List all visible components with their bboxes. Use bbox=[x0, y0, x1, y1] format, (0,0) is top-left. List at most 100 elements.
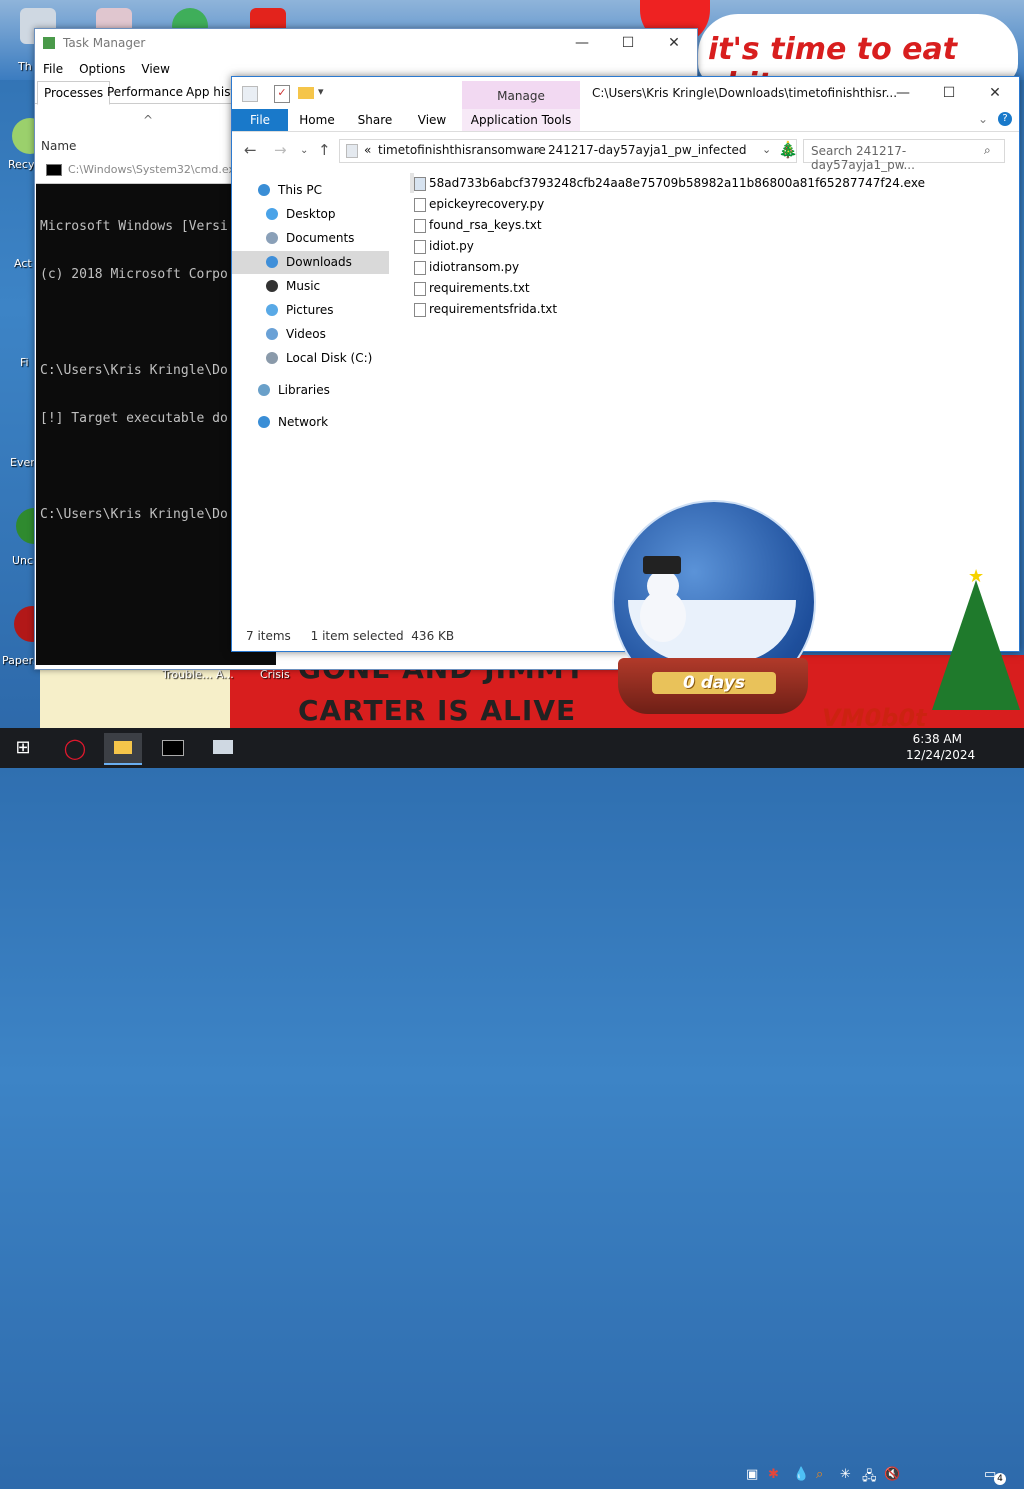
desktop-icon-label: Recy bbox=[8, 158, 35, 171]
address-bar-row: ← → ⌄ ↑ « timetofinishthisransomware › 2… bbox=[232, 133, 1019, 172]
file-name: requirements.txt bbox=[429, 281, 530, 295]
libraries-icon bbox=[258, 384, 270, 396]
forward-arrow-icon[interactable]: → bbox=[274, 141, 287, 159]
close-icon[interactable]: ✕ bbox=[651, 29, 697, 57]
menu-options[interactable]: Options bbox=[71, 59, 133, 79]
file-name: idiotransom.py bbox=[429, 260, 520, 274]
cmd-line: C:\Users\Kris Kringle\Do bbox=[40, 507, 228, 522]
notification-count-badge: 4 bbox=[994, 1473, 1006, 1485]
text-file-icon bbox=[414, 219, 426, 233]
ribbon-expand-chevron-icon[interactable]: ⌄ bbox=[978, 112, 988, 126]
ribbon-tab-view[interactable]: View bbox=[410, 109, 454, 131]
file-name: idiot.py bbox=[429, 239, 474, 253]
nav-label: Music bbox=[286, 279, 321, 293]
manage-context-tab[interactable]: Manage bbox=[462, 81, 580, 109]
downloads-icon bbox=[266, 256, 278, 268]
ribbon-tab-home[interactable]: Home bbox=[294, 109, 340, 131]
snowman-head bbox=[647, 570, 679, 602]
cmd-taskbar-icon[interactable] bbox=[154, 733, 192, 763]
search-box[interactable]: Search 241217-day57ayja1_pw... ⌕ bbox=[803, 139, 1005, 172]
tab-processes[interactable]: Processes bbox=[37, 81, 111, 105]
task-manager-taskbar-icon[interactable] bbox=[204, 733, 242, 763]
status-bar: 7 items 1 item selected 436 KB bbox=[246, 629, 454, 643]
task-manager-titlebar[interactable]: Task Manager — ☐ ✕ bbox=[35, 29, 697, 57]
menu-view[interactable]: View bbox=[133, 59, 177, 79]
column-header-name[interactable]: Name bbox=[41, 139, 76, 153]
breadcrumb-folder-2[interactable]: 241217-day57ayja1_pw_infected bbox=[548, 143, 747, 157]
ribbon-tabs: File Home Share View Application Tools ⌄… bbox=[232, 109, 1019, 132]
star-icon: ★ bbox=[968, 566, 985, 587]
folder-location-icon bbox=[346, 144, 358, 158]
file-item-selected[interactable]: 58ad733b6abcf3793248cfb24aa8e75709b58982… bbox=[410, 173, 925, 193]
cmd-line bbox=[40, 315, 228, 331]
file-explorer-taskbar-icon[interactable] bbox=[104, 733, 142, 765]
quick-access-dropdown-icon[interactable]: ▾ bbox=[318, 85, 324, 98]
maximize-icon[interactable]: ☐ bbox=[605, 29, 651, 57]
back-arrow-icon[interactable]: ← bbox=[244, 141, 257, 159]
breadcrumb-folder-1[interactable]: timetofinishthisransomware bbox=[378, 143, 546, 157]
navigation-pane: This PC Desktop Documents Downloads Musi… bbox=[232, 173, 392, 613]
maximize-icon[interactable]: ☐ bbox=[926, 79, 972, 107]
explorer-titlebar[interactable]: ✓ ▾ Manage C:\Users\Kris Kringle\Downloa… bbox=[232, 77, 1019, 109]
status-item-count: 7 items bbox=[246, 629, 291, 643]
desktop-icon-label: Unc bbox=[12, 554, 34, 567]
properties-icon[interactable]: ✓ bbox=[274, 85, 290, 103]
clock-date[interactable]: 12/24/2024 bbox=[906, 748, 975, 762]
recent-locations-chevron-icon[interactable]: ⌄ bbox=[300, 145, 308, 156]
breadcrumb-overflow[interactable]: « bbox=[364, 143, 371, 157]
tray-network-icon[interactable]: 🖧 bbox=[862, 1467, 877, 1489]
computer-icon bbox=[258, 184, 270, 196]
status-selection: 1 item selected 436 KB bbox=[310, 629, 455, 643]
desktop-icon-label: Th bbox=[18, 60, 32, 73]
tab-performance[interactable]: Performance bbox=[101, 81, 189, 103]
python-file-icon bbox=[414, 198, 426, 212]
task-manager-title: Task Manager bbox=[63, 36, 146, 50]
tray-droplet-icon[interactable]: 💧 bbox=[793, 1467, 809, 1482]
cmd-output[interactable]: Microsoft Windows [Versi (c) 2018 Micros… bbox=[40, 187, 228, 555]
nav-label: Pictures bbox=[286, 303, 334, 317]
wallpaper-news-line-2: CARTER IS ALIVE bbox=[298, 694, 577, 727]
address-dropdown-icon[interactable]: ⌄ bbox=[762, 143, 771, 156]
ribbon-tab-application-tools[interactable]: Application Tools bbox=[462, 109, 580, 131]
opera-icon[interactable]: ◯ bbox=[56, 733, 94, 763]
address-bar[interactable]: « timetofinishthisransomware › 241217-da… bbox=[339, 139, 798, 163]
tray-app-icon[interactable]: ▣ bbox=[746, 1467, 758, 1482]
drive-icon bbox=[266, 352, 278, 364]
tray-snowflake-icon[interactable]: ✳ bbox=[840, 1467, 851, 1482]
nav-label: Desktop bbox=[286, 207, 336, 221]
cmd-line: (c) 2018 Microsoft Corpo bbox=[40, 267, 228, 282]
minimize-icon[interactable]: — bbox=[559, 29, 605, 57]
tray-search-icon[interactable]: ⌕ bbox=[816, 1467, 823, 1482]
search-icon[interactable]: ⌕ bbox=[984, 143, 991, 158]
nav-label: Local Disk (C:) bbox=[286, 351, 373, 365]
nav-label: Network bbox=[278, 415, 329, 429]
clock-time[interactable]: 6:38 AM bbox=[910, 732, 962, 746]
tray-defender-icon[interactable]: ✱ bbox=[768, 1467, 779, 1482]
tray-volume-muted-icon[interactable]: 🔇 bbox=[884, 1467, 900, 1482]
documents-icon bbox=[266, 232, 278, 244]
menu-file[interactable]: File bbox=[35, 59, 71, 79]
file-name: 58ad733b6abcf3793248cfb24aa8e75709b58982… bbox=[429, 176, 925, 190]
nav-label: Downloads bbox=[286, 255, 352, 269]
new-folder-icon[interactable] bbox=[298, 87, 314, 99]
ribbon-tab-file[interactable]: File bbox=[232, 109, 288, 131]
music-icon bbox=[266, 280, 278, 292]
windows-start-icon[interactable]: ⊞ bbox=[4, 733, 42, 763]
ribbon-tab-share[interactable]: Share bbox=[352, 109, 398, 131]
up-arrow-icon[interactable]: ↑ bbox=[318, 141, 331, 159]
python-file-icon bbox=[414, 261, 426, 275]
explorer-app-icon bbox=[242, 86, 258, 102]
minimize-icon[interactable]: — bbox=[880, 79, 926, 107]
collapse-chevron-icon[interactable]: ^ bbox=[143, 113, 153, 127]
file-name: requirementsfrida.txt bbox=[429, 302, 558, 316]
cmd-line: Microsoft Windows [Versi bbox=[40, 219, 228, 234]
days-counter: 0 days bbox=[652, 672, 776, 694]
help-icon[interactable]: ? bbox=[998, 112, 1012, 126]
cmd-line bbox=[40, 459, 228, 475]
nav-label: This PC bbox=[278, 183, 322, 197]
snowman-hat bbox=[643, 556, 681, 574]
nav-label: Libraries bbox=[278, 383, 330, 397]
desktop-icon-label: Act bbox=[14, 257, 32, 270]
close-icon[interactable]: ✕ bbox=[972, 79, 1018, 107]
python-file-icon bbox=[414, 240, 426, 254]
